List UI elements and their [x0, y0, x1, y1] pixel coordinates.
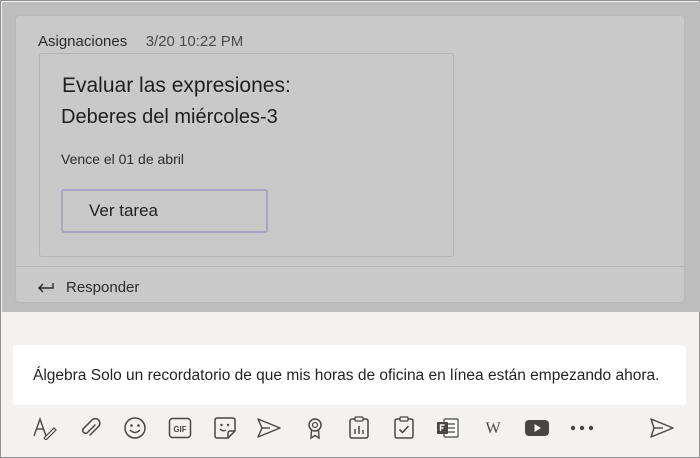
send-icon[interactable]: [649, 415, 675, 441]
wikipedia-icon[interactable]: W: [480, 415, 506, 441]
forms-icon[interactable]: [435, 415, 461, 441]
meet-icon[interactable]: [256, 415, 282, 441]
assignment-subtitle: Deberes del miércoles-3: [61, 106, 278, 128]
compose-box[interactable]: Álgebra Solo un recordatorio de que mis …: [13, 345, 686, 405]
post-header: Asignaciones 3/20 10:22 PM: [38, 33, 243, 51]
praise-icon[interactable]: [302, 415, 328, 441]
more-icon[interactable]: [569, 415, 595, 441]
insights-icon[interactable]: [346, 415, 372, 441]
assignments-icon[interactable]: [391, 415, 417, 441]
assignment-post: Asignaciones 3/20 10:22 PM Evaluar las e…: [15, 15, 685, 303]
channel-feed: Asignaciones 3/20 10:22 PM Evaluar las e…: [2, 2, 700, 312]
wikipedia-icon-text: W: [485, 420, 501, 437]
reply-button[interactable]: Responder: [36, 276, 139, 298]
reply-divider: [16, 266, 684, 267]
attach-icon[interactable]: [77, 415, 103, 441]
compose-message-text[interactable]: Álgebra Solo un recordatorio de que mis …: [33, 367, 659, 385]
compose-toolbar: GIF W: [31, 413, 681, 443]
sticker-icon[interactable]: [212, 415, 238, 441]
format-icon[interactable]: [31, 415, 57, 441]
gif-icon[interactable]: GIF: [167, 415, 193, 441]
emoji-icon[interactable]: [122, 415, 148, 441]
gif-icon-text: GIF: [173, 425, 186, 434]
teams-window: Asignaciones 3/20 10:22 PM Evaluar las e…: [0, 0, 700, 458]
assignment-due-date: Vence el 01 de abril: [61, 151, 184, 167]
assignment-card[interactable]: Evaluar las expresiones: Deberes del mié…: [39, 53, 454, 257]
reply-label: Responder: [66, 278, 140, 296]
reply-arrow-icon: [38, 283, 54, 293]
youtube-icon[interactable]: [524, 415, 550, 441]
view-assignment-button[interactable]: Ver tarea: [61, 189, 268, 233]
assignment-title: Evaluar las expresiones:: [62, 74, 291, 97]
post-author: Asignaciones: [38, 33, 128, 50]
post-timestamp: 3/20 10:22 PM: [145, 33, 244, 50]
